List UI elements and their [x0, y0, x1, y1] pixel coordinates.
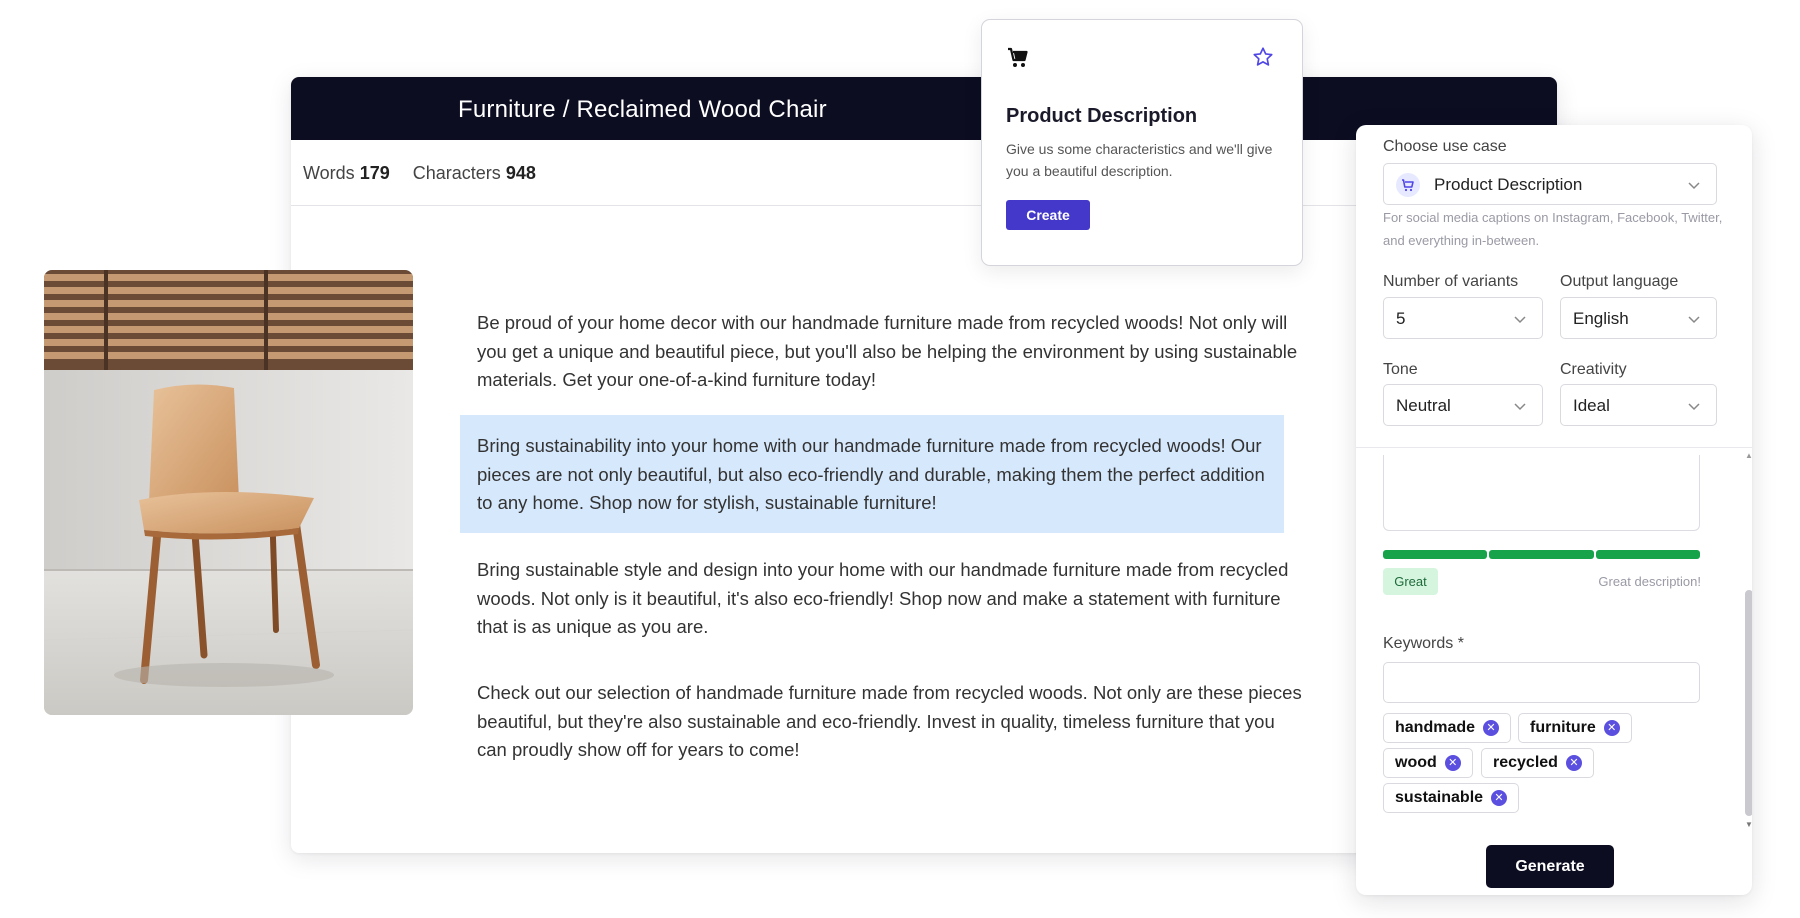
product-photo [44, 270, 413, 715]
language-value: English [1573, 309, 1629, 328]
words-count: 179 [359, 163, 390, 183]
cart-icon [1008, 47, 1028, 67]
scrollbar-thumb[interactable] [1745, 590, 1752, 816]
keyword-chip[interactable]: furniture ✕ [1518, 713, 1632, 743]
document-stats: Words 179 Characters 948 [303, 163, 536, 184]
keyword-chip-label: recycled [1493, 754, 1558, 771]
chevron-down-icon [1514, 403, 1526, 411]
keywords-input[interactable] [1383, 662, 1700, 703]
variants-select[interactable]: 5 [1383, 297, 1543, 339]
quality-badge: Great [1383, 568, 1438, 595]
keyword-chip[interactable]: recycled ✕ [1481, 748, 1594, 778]
characters-label: Characters [412, 163, 501, 183]
variant-paragraph[interactable]: Be proud of your home decor with our han… [477, 309, 1307, 395]
card-title: Product Description [1006, 105, 1198, 127]
remove-icon[interactable]: ✕ [1603, 720, 1620, 736]
chair-image [44, 270, 413, 715]
scroll-down-arrow[interactable]: ▼ [1745, 820, 1752, 829]
keyword-chip[interactable]: sustainable ✕ [1383, 783, 1520, 813]
characters-count: 948 [505, 163, 536, 183]
variants-value: 5 [1396, 309, 1406, 328]
chevron-down-icon [1688, 403, 1700, 411]
card-description: Give us some characteristics and we'll g… [1006, 141, 1273, 179]
remove-icon[interactable]: ✕ [1565, 755, 1582, 771]
creativity-label: Creativity [1560, 361, 1627, 378]
creativity-value: Ideal [1573, 396, 1610, 415]
create-button[interactable]: Create [1006, 200, 1090, 230]
remove-icon[interactable]: ✕ [1444, 755, 1461, 771]
variant-paragraph-selected[interactable]: Bring sustainability into your home with… [477, 432, 1277, 518]
creativity-select[interactable]: Ideal [1560, 384, 1717, 426]
tone-select[interactable]: Neutral [1383, 384, 1543, 426]
cart-icon-glyph [1402, 179, 1414, 192]
chevron-down-icon [1688, 182, 1700, 190]
use-case-label: Choose use case [1383, 138, 1507, 155]
generate-button[interactable]: Generate [1486, 845, 1614, 888]
variants-label: Number of variants [1383, 273, 1519, 290]
tone-label: Tone [1383, 361, 1418, 378]
quality-note: Great description! [1598, 574, 1701, 589]
document-title: Furniture / Reclaimed Wood Chair [458, 96, 827, 123]
keyword-chip[interactable]: wood ✕ [1383, 748, 1473, 778]
settings-panel: Choose use case Product Description For … [1356, 125, 1752, 895]
divider [1356, 447, 1752, 448]
tone-value: Neutral [1396, 396, 1451, 415]
product-description-input[interactable] [1383, 455, 1700, 531]
use-case-select[interactable]: Product Description [1383, 163, 1717, 205]
remove-icon[interactable]: ✕ [1483, 720, 1500, 736]
keywords-label: Keywords * [1383, 635, 1464, 652]
star-icon[interactable] [1252, 46, 1274, 68]
variant-paragraph[interactable]: Check out our selection of handmade furn… [477, 679, 1307, 765]
keyword-chip-label: furniture [1530, 719, 1596, 736]
words-label: Words [303, 163, 355, 183]
quality-meter-segment [1489, 550, 1594, 559]
quality-meter-segment [1383, 550, 1487, 559]
keyword-chip-label: handmade [1395, 719, 1476, 736]
language-select[interactable]: English [1560, 297, 1717, 339]
keyword-chip-label: wood [1395, 754, 1437, 771]
variant-paragraph[interactable]: Bring sustainable style and design into … [477, 556, 1307, 642]
quality-meter-segment [1596, 550, 1700, 559]
remove-icon[interactable]: ✕ [1491, 790, 1508, 806]
chevron-down-icon [1514, 316, 1526, 324]
language-label: Output language [1560, 273, 1679, 290]
use-case-value: Product Description [1434, 175, 1583, 194]
use-case-card[interactable]: Product Description Give us some charact… [981, 19, 1303, 266]
scroll-up-arrow[interactable]: ▲ [1745, 451, 1752, 460]
chevron-down-icon [1688, 316, 1700, 324]
keyword-chip[interactable]: handmade ✕ [1383, 713, 1512, 743]
keyword-chip-label: sustainable [1395, 789, 1484, 806]
cart-icon [1396, 173, 1420, 197]
use-case-hint: For social media captions on Instagram, … [1383, 210, 1723, 248]
